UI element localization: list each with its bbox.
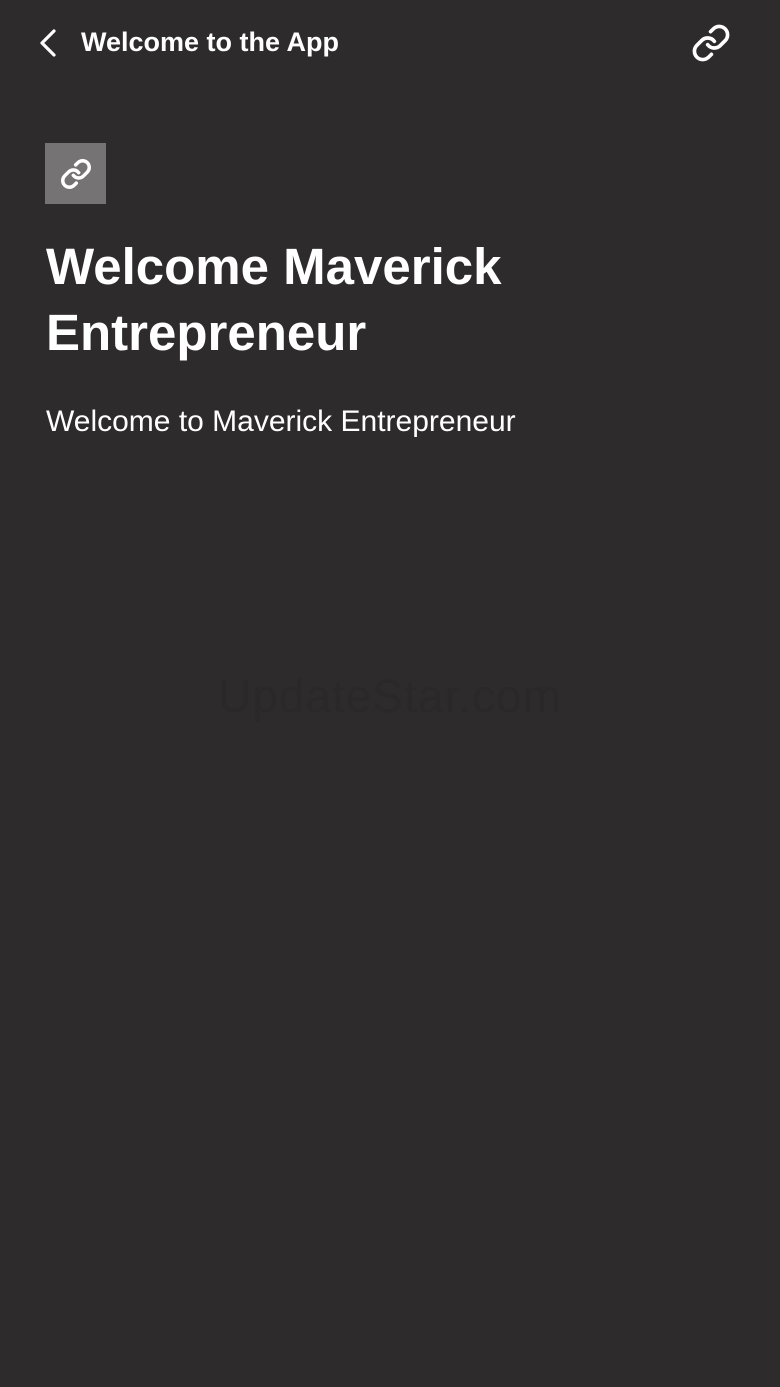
watermark: UpdateStar.com (218, 670, 562, 722)
page-title: Welcome to the App (81, 27, 340, 57)
share-link-button[interactable] (688, 20, 734, 66)
app-screen: Welcome to the App Welcome Maverick Entr… (0, 0, 780, 1387)
back-button[interactable] (28, 22, 68, 64)
link-icon (60, 158, 91, 189)
content-headline: Welcome Maverick Entrepreneur (46, 238, 502, 361)
top-app-bar: Welcome to the App (0, 0, 780, 84)
content-description: Welcome to Maverick Entrepreneur (46, 405, 516, 438)
link-thumbnail (45, 143, 106, 204)
link-icon (692, 24, 730, 62)
chevron-left-icon (40, 29, 56, 57)
